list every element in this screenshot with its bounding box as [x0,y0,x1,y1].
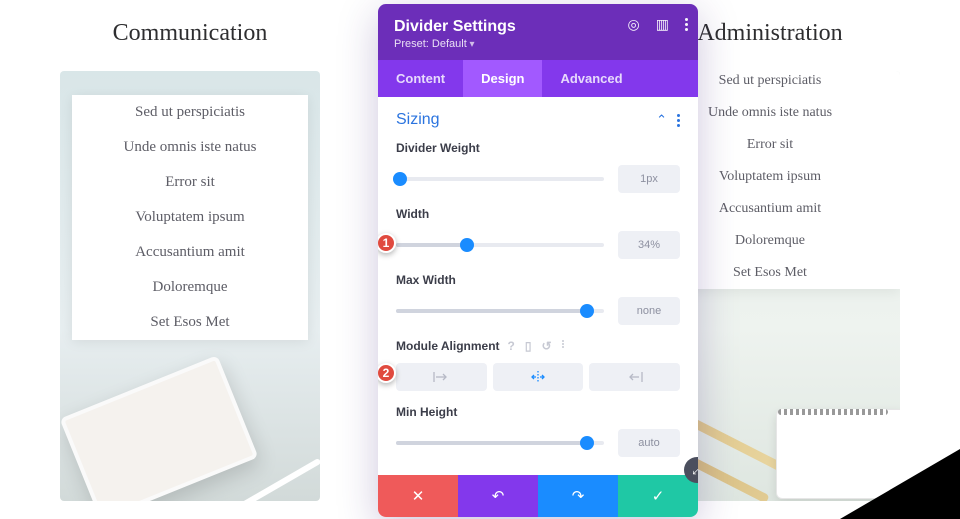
option-label: Module Alignment [396,339,500,353]
header-icons: ◎ ▥ [628,16,688,33]
focus-icon[interactable]: ◎ [628,16,640,33]
align-right-button[interactable] [589,363,680,391]
corner-decor [840,449,960,519]
option-max-width: Max Width none [396,273,680,325]
save-button[interactable]: ✓ [618,475,698,517]
collapse-icon[interactable]: ⌃ [656,112,667,128]
list-item[interactable]: Set Esos Met [72,305,308,340]
more-icon[interactable] [685,18,688,31]
help-icon[interactable]: ? [508,340,515,352]
prop-notebook-binding [778,409,888,415]
option-label: Min Height [396,405,680,419]
section-header: Sizing ⌃ [396,111,680,129]
width-value[interactable]: 34% [618,231,680,259]
list-item[interactable]: Unde omnis iste natus [72,130,308,165]
option-hints: ? ▯ ↺ [508,340,564,352]
responsive-icon[interactable]: ▯ [525,340,532,352]
responsive-icon[interactable]: ▥ [656,16,669,33]
option-min-height: Min Height auto [396,405,680,457]
option-module-alignment: Module Alignment ? ▯ ↺ [396,339,680,391]
preset-dropdown[interactable]: Preset: Default [394,38,682,50]
redo-button[interactable]: ↷ [538,475,618,517]
divider-weight-slider[interactable] [396,177,604,181]
column-heading: Communication [60,20,320,47]
modal-header: Divider Settings Preset: Default ◎ ▥ [378,4,698,60]
list-item[interactable]: Doloremque [72,270,308,305]
list-item[interactable]: Error sit [72,165,308,200]
max-width-slider[interactable] [396,309,604,313]
max-width-value[interactable]: none [618,297,680,325]
column-photo: Sed ut perspiciatis Unde omnis iste natu… [60,71,320,501]
undo-button[interactable]: ↶ [458,475,538,517]
divider-settings-modal: Divider Settings Preset: Default ◎ ▥ Con… [378,4,698,517]
list-item[interactable]: Sed ut perspiciatis [72,95,308,130]
divider-weight-value[interactable]: 1px [618,165,680,193]
tab-advanced[interactable]: Advanced [542,60,640,97]
modal-tabs: Content Design Advanced [378,60,698,97]
min-height-slider[interactable] [396,441,604,445]
option-divider-weight: Divider Weight 1px [396,141,680,193]
slider-thumb[interactable] [580,436,594,450]
option-label: Divider Weight [396,141,680,155]
align-left-button[interactable] [396,363,487,391]
list-item[interactable]: Accusantium amit [72,235,308,270]
column-communication: Communication Sed ut perspiciatis Unde o… [60,20,320,519]
slider-thumb[interactable] [580,304,594,318]
section-more-icon[interactable] [677,114,680,127]
option-label: Width [396,207,680,221]
align-center-button[interactable] [493,363,584,391]
section-title: Sizing [396,111,440,129]
panel-sizing: Sizing ⌃ Divider Weight 1px Width [378,97,698,475]
reset-icon[interactable]: ↺ [542,340,552,352]
tab-design[interactable]: Design [463,60,542,97]
modal-footer: ✕ ↶ ↷ ✓ [378,475,698,517]
more-icon[interactable] [562,340,564,352]
slider-thumb[interactable] [393,172,407,186]
slider-thumb[interactable] [460,238,474,252]
list-card: Sed ut perspiciatis Unde omnis iste natu… [72,95,308,340]
tab-content[interactable]: Content [378,60,463,97]
option-width: Width 34% [396,207,680,259]
list-item[interactable]: Voluptatem ipsum [72,200,308,235]
min-height-value[interactable]: auto [618,429,680,457]
cancel-button[interactable]: ✕ [378,475,458,517]
prop-tablet [60,355,258,501]
width-slider[interactable] [396,243,604,247]
option-label: Max Width [396,273,680,287]
